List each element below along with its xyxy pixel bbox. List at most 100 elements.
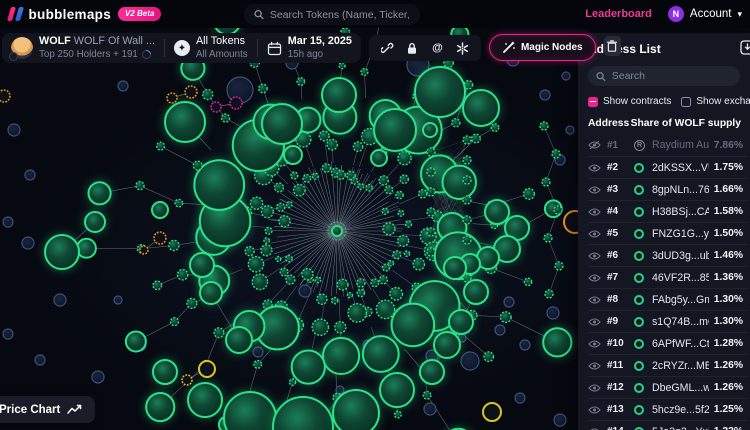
eye-icon xyxy=(588,339,601,348)
toggle-visibility-button[interactable] xyxy=(588,383,602,393)
token-search[interactable] xyxy=(244,4,420,25)
leaderboard-link[interactable]: Leaderboard xyxy=(585,8,652,20)
toggle-visibility-button[interactable] xyxy=(588,361,602,371)
account-label: Account xyxy=(689,8,732,20)
address-row[interactable]: #4 H38BSj...CACY 1.58% xyxy=(588,200,747,222)
token-info[interactable]: WOLF WOLF Of Wall ... Top 250 Holders + … xyxy=(2,33,164,63)
top-bar: bubblemaps V2 Beta Leaderboard N Account… xyxy=(0,0,750,28)
address-row[interactable]: #5 FNZG1G...yEPu 1.50% xyxy=(588,222,747,244)
address-row[interactable]: #11 2cRYZr...MBuh 1.26% xyxy=(588,354,747,376)
holder-rank: #2 xyxy=(607,162,619,173)
show-exchanges-checkbox[interactable]: Show exchanges xyxy=(681,96,750,107)
column-header-share: Share of WOLF supply xyxy=(630,118,741,129)
toggle-visibility-button[interactable] xyxy=(588,207,602,217)
holder-share: 1.26% xyxy=(713,360,743,371)
holder-address[interactable]: 6APfWF...CtiK xyxy=(652,338,709,350)
holder-rank: #10 xyxy=(607,338,624,349)
toggle-visibility-button[interactable] xyxy=(588,185,602,195)
holder-address[interactable]: 2dKSSX...VUjq xyxy=(652,162,709,174)
holder-address[interactable]: Raydium Authority V4 xyxy=(652,139,709,151)
holder-address[interactable]: s1Q74B...mGQ2 xyxy=(652,316,709,328)
holder-address[interactable]: 5Jo3g2...YxDP xyxy=(652,426,709,430)
eye-icon xyxy=(588,251,601,260)
address-row[interactable]: #12 DbeGML...wHpB 1.26% xyxy=(588,376,747,398)
toggle-visibility-button[interactable] xyxy=(588,140,602,150)
toggle-visibility-button[interactable] xyxy=(588,229,602,239)
address-row[interactable]: #10 6APfWF...CtiK 1.28% xyxy=(588,332,747,354)
holder-share: 1.36% xyxy=(713,272,743,283)
loading-spinner-icon xyxy=(140,48,153,62)
eye-icon xyxy=(588,361,601,370)
holder-share: 1.26% xyxy=(713,382,743,393)
wallet-ring-icon xyxy=(634,294,647,305)
holder-address[interactable]: 8gpNLn...76N7 xyxy=(652,184,709,196)
holders-info: Top 250 Holders + 191 xyxy=(39,48,138,60)
price-chart-button[interactable]: Price Chart xyxy=(0,396,96,423)
checkbox-unchecked-icon xyxy=(681,96,692,107)
date-ago: 15h ago xyxy=(287,48,324,60)
toggle-visibility-button[interactable] xyxy=(588,251,602,261)
eye-icon xyxy=(588,185,601,194)
delete-button[interactable] xyxy=(603,36,621,56)
holder-address[interactable]: 5hcz9e...5f2f xyxy=(652,404,709,416)
toggle-visibility-button[interactable] xyxy=(588,339,602,349)
holder-address[interactable]: 2cRYZr...MBuh xyxy=(652,360,709,372)
holder-address[interactable]: H38BSj...CACY xyxy=(652,206,709,218)
share-link-button[interactable] xyxy=(380,42,395,55)
wallet-ring-icon xyxy=(634,426,647,430)
holder-address[interactable]: 46VF2R...85vz xyxy=(652,272,709,284)
export-button[interactable] xyxy=(740,40,750,60)
token-avatar xyxy=(9,37,33,61)
bubblemaps-logo[interactable]: bubblemaps V2 Beta xyxy=(0,6,162,22)
address-row[interactable]: #3 8gpNLn...76N7 1.66% xyxy=(588,178,747,200)
logo-text: bubblemaps xyxy=(28,6,112,22)
eye-off-icon xyxy=(588,140,601,150)
address-row[interactable]: #14 5Jo3g2...YxDP 1.22% xyxy=(588,420,747,430)
magic-nodes-button[interactable]: Magic Nodes xyxy=(488,34,596,61)
toggle-visibility-button[interactable] xyxy=(588,405,602,415)
wallet-ring-icon xyxy=(634,250,647,261)
address-row[interactable]: #13 5hcz9e...5f2f 1.25% xyxy=(588,398,747,420)
toggle-visibility-button[interactable] xyxy=(588,163,602,173)
bubblemaps-logo-icon xyxy=(6,7,24,21)
holder-rank: #14 xyxy=(607,426,629,430)
eye-icon xyxy=(588,383,601,392)
address-row[interactable]: #1 R Raydium Authority V4 7.86% xyxy=(588,134,747,156)
address-row[interactable]: #6 3dUD3g...ubzo 1.46% xyxy=(588,244,747,266)
holder-address[interactable]: DbeGML...wHpB xyxy=(652,382,709,394)
version-badge: V2 Beta xyxy=(118,7,162,21)
toggle-visibility-button[interactable] xyxy=(588,427,602,430)
address-row[interactable]: #8 FAbg5y...Gmw3 1.30% xyxy=(588,288,747,310)
eye-icon xyxy=(589,427,600,430)
holder-address[interactable]: 3dUD3g...ubzo xyxy=(652,250,709,262)
holder-rank: #6 xyxy=(607,250,619,261)
address-search[interactable] xyxy=(588,66,740,86)
holder-address[interactable]: FNZG1G...yEPu xyxy=(652,228,709,240)
holder-share: 1.66% xyxy=(713,184,743,195)
wallet-ring-icon xyxy=(634,404,647,415)
wallet-ring-icon xyxy=(634,206,647,217)
address-lookup-button[interactable]: @ xyxy=(430,42,445,54)
holder-share: 7.86% xyxy=(713,139,743,151)
tokens-filter-label: All Tokens xyxy=(195,35,245,48)
toggle-visibility-button[interactable] xyxy=(588,273,602,283)
eye-icon xyxy=(588,273,601,282)
show-contracts-label: Show contracts xyxy=(603,96,672,107)
holder-address[interactable]: FAbg5y...Gmw3 xyxy=(652,294,709,306)
address-row[interactable]: #9 s1Q74B...mGQ2 1.30% xyxy=(588,310,747,332)
checkbox-checked-icon xyxy=(588,96,598,107)
address-row[interactable]: #2 2dKSSX...VUjq 1.75% xyxy=(588,156,747,178)
token-search-input[interactable] xyxy=(269,8,410,21)
toggle-visibility-button[interactable] xyxy=(588,317,602,327)
address-search-input[interactable] xyxy=(611,70,732,82)
toggle-visibility-button[interactable] xyxy=(588,295,602,305)
cluster-button[interactable] xyxy=(455,41,470,55)
account-menu[interactable]: N Account ▾ xyxy=(667,6,742,22)
tokens-filter[interactable]: ✦ All Tokens All Amounts xyxy=(165,33,257,63)
show-contracts-checkbox[interactable]: Show contracts xyxy=(588,96,671,107)
lock-button[interactable] xyxy=(405,42,420,55)
holder-share: 1.46% xyxy=(713,250,743,261)
date-selector[interactable]: Mar 15, 2025 15h ago xyxy=(258,33,361,63)
holder-share: 1.75% xyxy=(713,162,743,173)
address-row[interactable]: #7 46VF2R...85vz 1.36% xyxy=(588,266,747,288)
